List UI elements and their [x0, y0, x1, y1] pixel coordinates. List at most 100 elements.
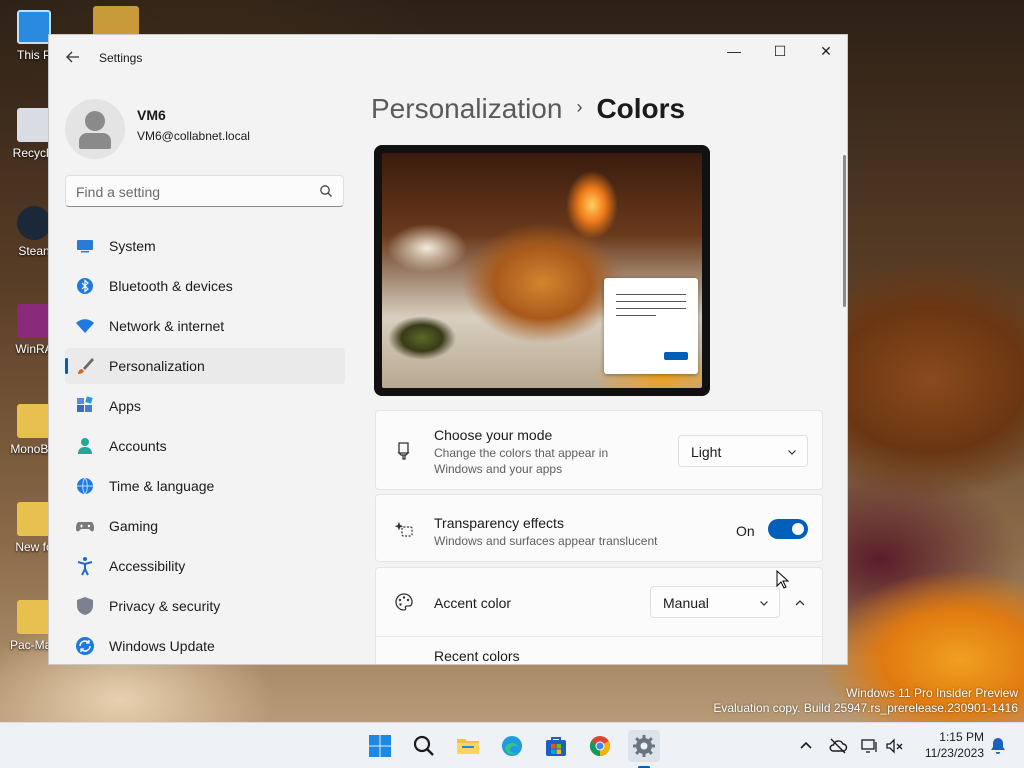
steam-icon: [17, 206, 51, 240]
mode-dropdown[interactable]: Light: [678, 435, 808, 467]
mode-dropdown-value: Light: [691, 444, 722, 460]
sidebar-item-time-language[interactable]: Time & language: [65, 468, 345, 504]
edge-button[interactable]: [496, 730, 528, 762]
search-box[interactable]: [65, 175, 344, 207]
sidebar-item-label: Network & internet: [109, 318, 225, 334]
sidebar-item-label: Accessibility: [109, 558, 186, 574]
minimize-button[interactable]: —: [711, 35, 757, 67]
chevron-up-icon[interactable]: [796, 736, 816, 756]
content-scrollbar[interactable]: [843, 155, 846, 307]
choose-mode-card: Choose your mode Change the colors that …: [375, 410, 823, 490]
sidebar-item-network[interactable]: Network & internet: [65, 308, 345, 344]
shield-icon: [77, 597, 93, 615]
sidebar-item-privacy-security[interactable]: Privacy & security: [65, 588, 345, 624]
windows-logo-icon: [369, 735, 391, 757]
palette-icon: [395, 593, 413, 611]
sidebar-item-label: Time & language: [109, 478, 215, 494]
accent-color-title: Accent color: [434, 595, 512, 611]
taskbar: 1:15 PM 11/23/2023: [0, 722, 1024, 768]
update-icon: [76, 637, 94, 655]
sparkle-icon: [394, 522, 413, 537]
sidebar-item-windows-update[interactable]: Windows Update: [65, 628, 345, 664]
monitor-icon: [17, 10, 51, 44]
sidebar-item-apps[interactable]: Apps: [65, 388, 345, 424]
start-button[interactable]: [364, 730, 396, 762]
person-icon: [78, 438, 92, 454]
close-button[interactable]: ✕: [803, 35, 847, 67]
mouse-cursor-icon: [776, 570, 790, 589]
edge-icon: [502, 736, 522, 756]
brush-icon: [78, 358, 94, 374]
page-title: Colors: [596, 93, 686, 124]
bluetooth-icon: [77, 278, 93, 294]
search-input[interactable]: [76, 182, 306, 202]
store-button[interactable]: [540, 730, 572, 762]
accent-color-card: Accent color Manual Recent colors: [375, 567, 823, 664]
cloud-offline-icon[interactable]: [828, 736, 848, 756]
chrome-icon: [589, 736, 611, 757]
gear-icon: [633, 735, 655, 757]
sidebar-item-label: Gaming: [109, 518, 159, 534]
sidebar-item-gaming[interactable]: Gaming: [65, 508, 345, 544]
transparency-title: Transparency effects: [434, 515, 564, 531]
watermark-line-build: Evaluation copy. Build 25947.rs_prerelea…: [713, 701, 1018, 715]
sidebar-item-bluetooth[interactable]: Bluetooth & devices: [65, 268, 345, 304]
user-email: VM6@collabnet.local: [137, 129, 250, 143]
folder-icon: [457, 739, 479, 754]
sidebar-item-label: Bluetooth & devices: [109, 278, 233, 294]
sidebar-item-accounts[interactable]: Accounts: [65, 428, 345, 464]
sidebar-item-accessibility[interactable]: Accessibility: [65, 548, 345, 584]
sidebar-item-label: System: [109, 238, 156, 254]
chevron-up-icon: [795, 599, 805, 605]
back-button[interactable]: [61, 47, 85, 71]
transparency-toggle[interactable]: [768, 519, 808, 539]
store-icon: [546, 737, 566, 756]
transparency-card: Transparency effects Windows and surface…: [375, 494, 823, 562]
chevron-down-icon: [760, 601, 768, 606]
folder-icon: [17, 600, 51, 634]
user-name: VM6: [137, 107, 166, 123]
search-icon: [320, 185, 332, 197]
card-divider: [376, 636, 822, 637]
maximize-button[interactable]: ☐: [757, 35, 803, 67]
preview-sample-window: [604, 278, 698, 374]
sidebar-item-system[interactable]: System: [65, 228, 345, 264]
chrome-button[interactable]: [584, 730, 616, 762]
collapse-accent-button[interactable]: [788, 592, 812, 616]
settings-button[interactable]: [628, 730, 660, 768]
search-icon: [413, 735, 434, 756]
sidebar-item-label: Windows Update: [109, 638, 215, 654]
recent-colors-label: Recent colors: [434, 648, 520, 664]
sidebar-nav: System Bluetooth & devices Network & int…: [65, 228, 345, 664]
evaluation-watermark: Windows 11 Pro Insider Preview Evaluatio…: [713, 686, 1018, 716]
breadcrumb-separator: ›: [576, 97, 583, 117]
breadcrumb: Personalization › Colors: [371, 93, 685, 125]
file-explorer-button[interactable]: [452, 730, 484, 762]
sidebar-item-label: Personalization: [109, 358, 205, 374]
sidebar-item-personalization[interactable]: Personalization: [65, 348, 345, 384]
wifi-icon: [76, 319, 94, 333]
window-title: Settings: [99, 51, 143, 65]
choose-mode-description: Change the colors that appear in Windows…: [434, 446, 609, 476]
recycle-bin-icon: [17, 108, 51, 142]
transparency-description: Windows and surfaces appear translucent: [434, 534, 658, 548]
network-icon[interactable]: [860, 736, 880, 756]
accent-dropdown-value: Manual: [663, 595, 709, 611]
sidebar-item-label: Apps: [109, 398, 141, 414]
accent-color-dropdown[interactable]: Manual: [650, 586, 780, 618]
taskbar-clock[interactable]: 1:15 PM 11/23/2023: [912, 729, 984, 761]
apps-icon: [77, 396, 93, 412]
title-bar[interactable]: Settings — ☐ ✕: [49, 35, 847, 81]
theme-preview: [374, 145, 710, 396]
notification-bell-icon[interactable]: [988, 736, 1008, 756]
volume-muted-icon[interactable]: [884, 736, 904, 756]
clock-date: 11/23/2023: [924, 746, 984, 760]
watermark-line-edition: Windows 11 Pro Insider Preview: [846, 686, 1018, 700]
choose-mode-title: Choose your mode: [434, 427, 553, 443]
breadcrumb-parent-link[interactable]: Personalization: [371, 93, 562, 124]
sidebar-item-label: Privacy & security: [109, 598, 221, 614]
paint-bucket-icon: [397, 442, 410, 460]
winrar-icon: [17, 304, 51, 338]
search-button[interactable]: [408, 730, 440, 762]
gamepad-icon: [76, 522, 94, 532]
